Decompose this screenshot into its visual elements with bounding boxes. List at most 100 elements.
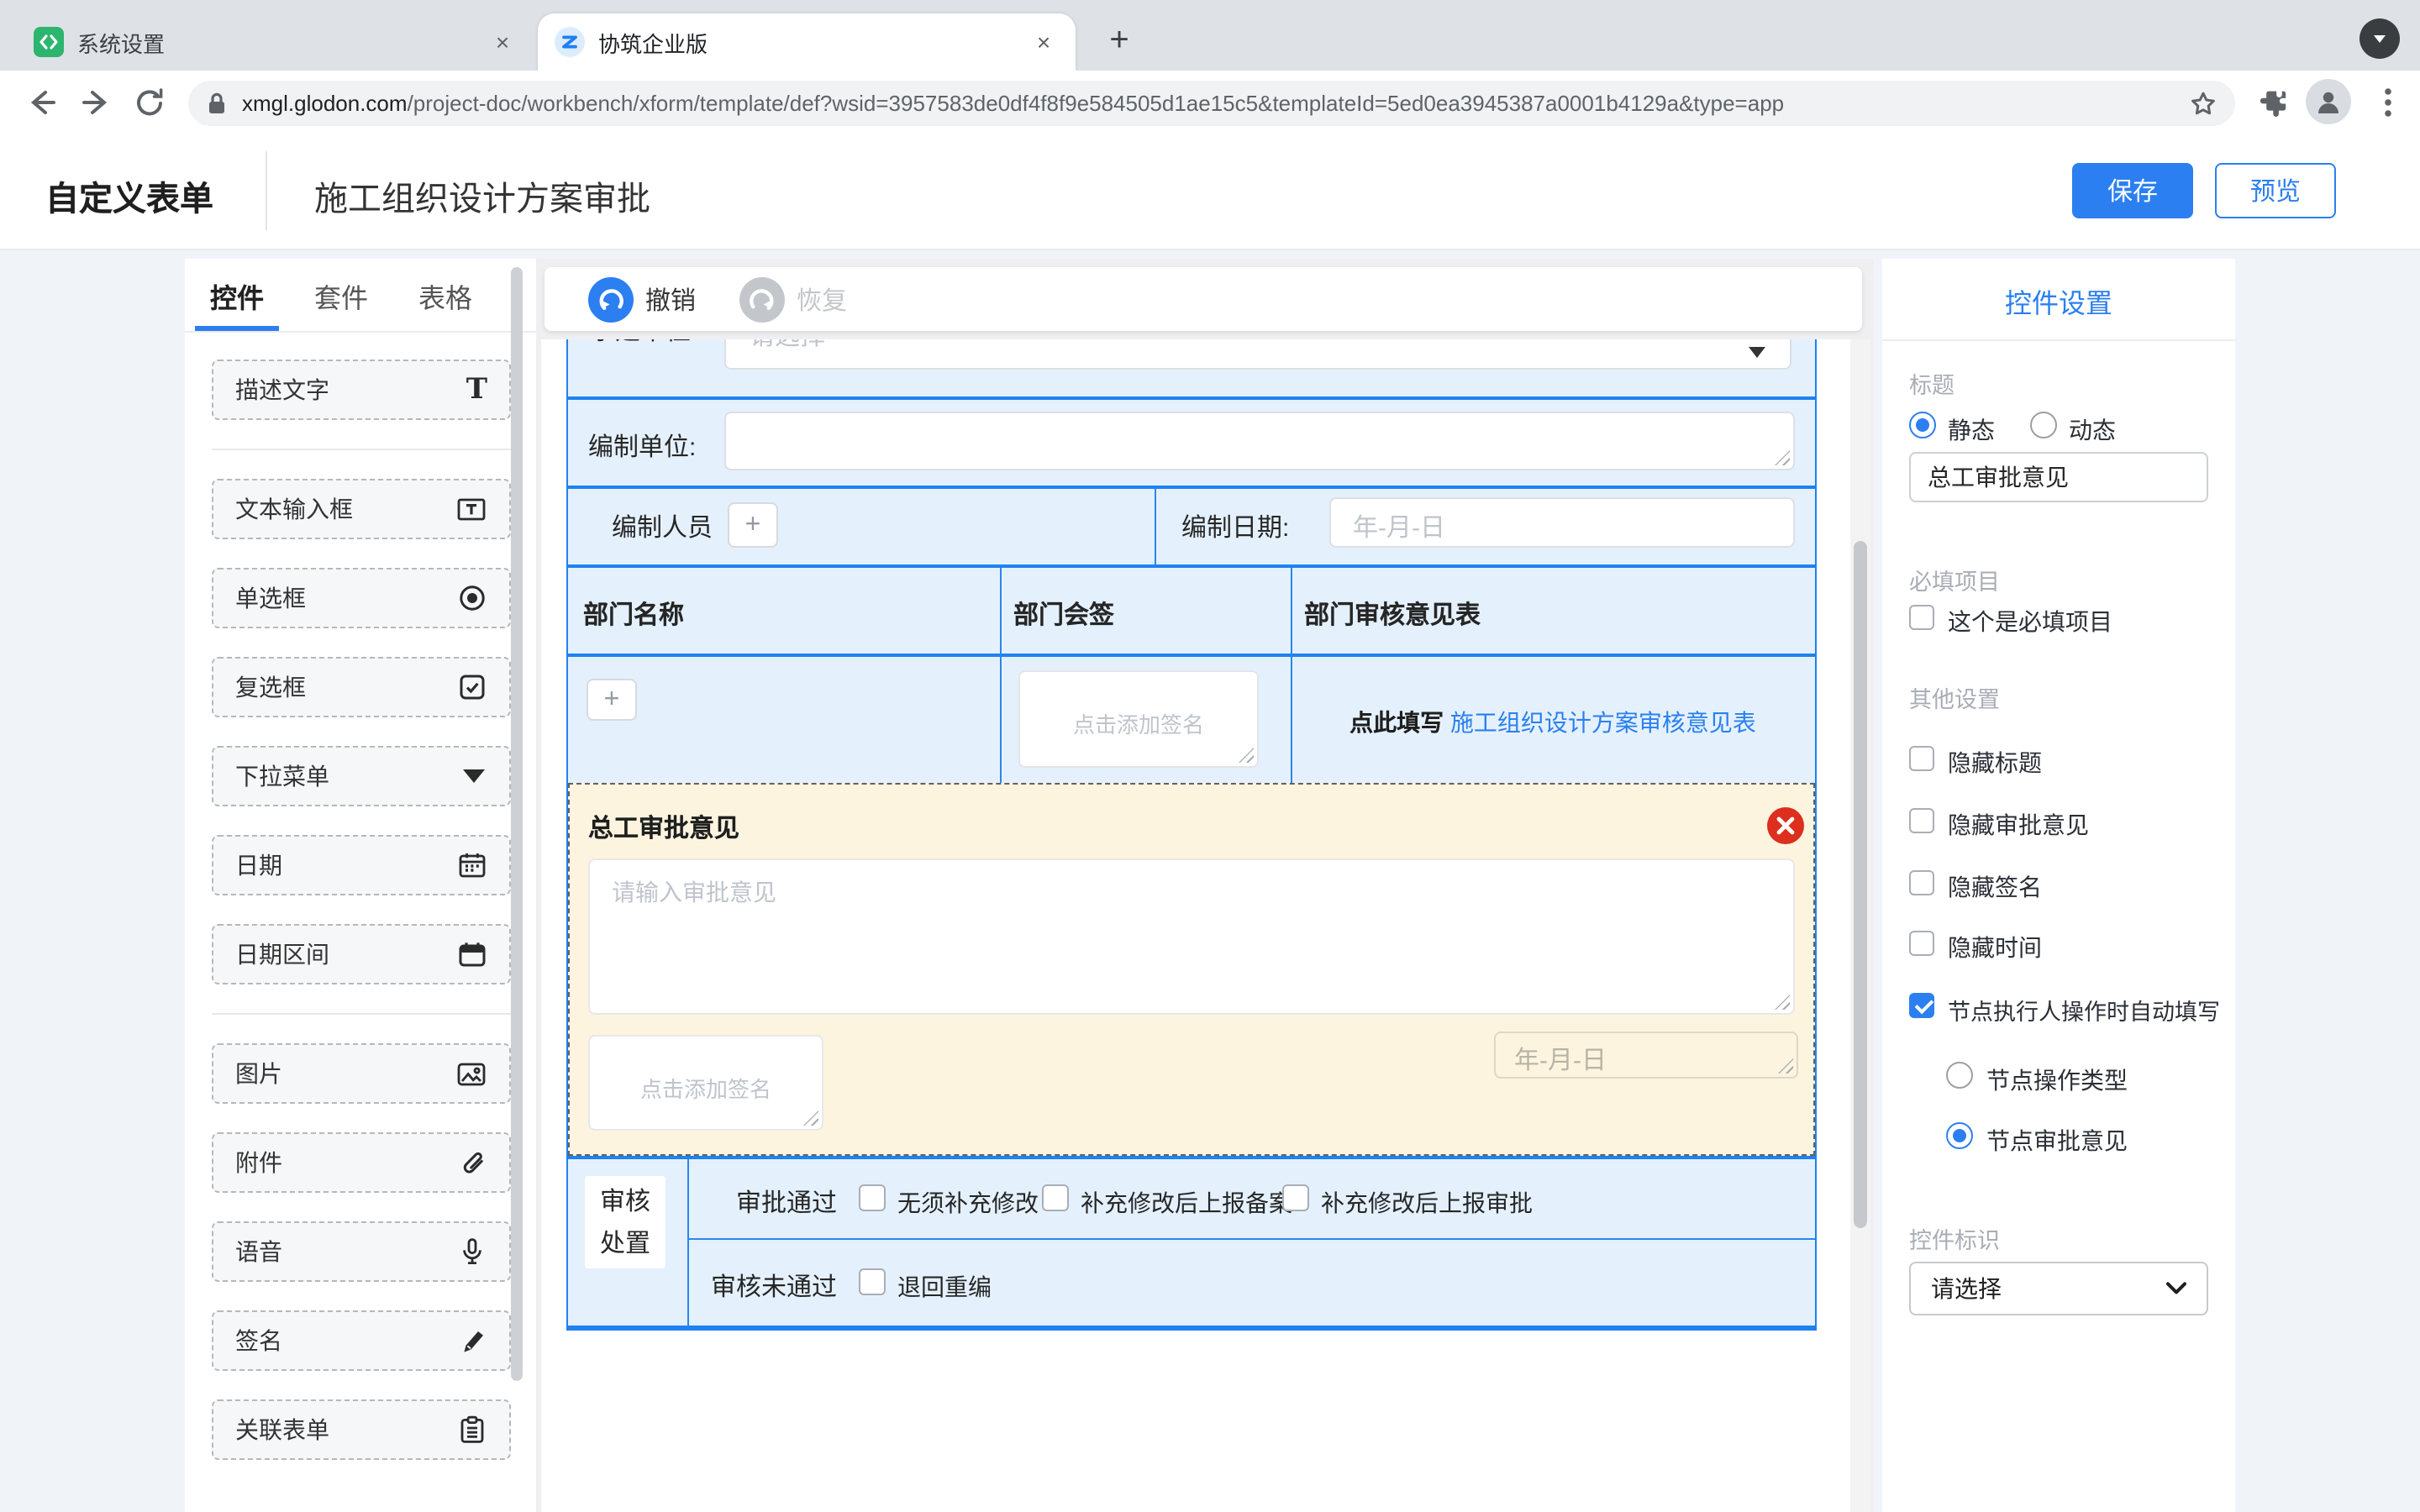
sidebar-tab-label: 套件 <box>314 275 368 315</box>
menu-kebab-icon[interactable] <box>2366 81 2410 124</box>
tab-xiezhu-enterprise[interactable]: 协筑企业版 × <box>538 13 1076 71</box>
cell-border <box>1000 568 1002 783</box>
hide-time-checkbox[interactable] <box>1909 931 1934 956</box>
tab-close-icon[interactable]: × <box>1028 27 1059 57</box>
autofill-checkbox[interactable] <box>1909 993 1934 1018</box>
control-item-date-range[interactable]: 日期区间 <box>212 924 511 984</box>
control-item-dropdown[interactable]: 下拉菜单 <box>212 746 511 806</box>
signature-placeholder: 点击添加签名 <box>590 1072 822 1104</box>
browser-window: 系统设置 × 协筑企业版 × + xmgl.glodon.com/project… <box>0 0 2420 1512</box>
contractor-select[interactable]: 请选择 <box>724 339 1791 370</box>
add-dept-button[interactable]: + <box>587 679 637 721</box>
control-item-voice[interactable]: 语音 <box>212 1221 511 1282</box>
approval-date-input[interactable]: 年-月-日 <box>1494 1032 1798 1079</box>
profile-avatar[interactable] <box>2306 79 2351 124</box>
control-item-label: 下拉菜单 <box>235 759 329 793</box>
pass-option-checkbox[interactable] <box>1042 1184 1069 1211</box>
sidebar-scrollbar-thumb[interactable] <box>511 267 523 1381</box>
approval-signature-box[interactable]: 点击添加签名 <box>588 1035 823 1131</box>
control-item-checkbox[interactable]: 复选框 <box>212 657 511 717</box>
control-item-label: 图片 <box>235 1057 282 1090</box>
other-section-label: 其他设置 <box>1909 680 2000 714</box>
side-label-line: 处置 <box>585 1223 666 1265</box>
undo-label[interactable]: 撤销 <box>645 281 696 317</box>
pass-option-label: 补充修改后上报审批 <box>1321 1186 1533 1220</box>
row-border <box>568 654 1815 657</box>
hide-opinion-checkbox[interactable] <box>1909 808 1934 833</box>
hide-opinion-label: 隐藏审批意见 <box>1948 808 2089 842</box>
fill-here-text: 点此填写 <box>1349 709 1444 736</box>
sidebar-tab-tables[interactable]: 表格 <box>393 259 497 331</box>
required-checkbox[interactable] <box>1909 605 1934 630</box>
pass-option-checkbox[interactable] <box>1282 1184 1309 1211</box>
cell-border <box>1291 568 1292 783</box>
sidebar-tab-controls[interactable]: 控件 <box>185 259 289 331</box>
control-item-attachment[interactable]: 附件 <box>212 1132 511 1193</box>
forward-icon[interactable] <box>74 81 118 124</box>
static-title-radio[interactable] <box>1909 412 1936 438</box>
contractor-label: 承建单位: <box>590 339 697 348</box>
controls-sidebar: 控件 套件 表格 描述文字 T 文本输入框 单选框 复选框 下拉菜单 <box>185 259 536 1512</box>
checkbox-icon <box>457 672 487 702</box>
undo-button[interactable] <box>588 276 634 322</box>
dept-signature-box[interactable]: 点击添加签名 <box>1018 670 1259 768</box>
node-opinion-radio[interactable] <box>1946 1122 1973 1149</box>
canvas-scrollbar-thumb[interactable] <box>1854 541 1867 1228</box>
control-item-label: 附件 <box>235 1146 282 1179</box>
tab-system-settings[interactable]: 系统设置 × <box>17 13 534 71</box>
control-item-signature[interactable]: 签名 <box>212 1310 511 1371</box>
hide-title-checkbox[interactable] <box>1909 746 1934 771</box>
control-item-linked-form[interactable]: 关联表单 <box>212 1399 511 1460</box>
hide-signature-checkbox[interactable] <box>1909 870 1934 895</box>
tab-close-icon[interactable]: × <box>487 27 518 57</box>
url-bar[interactable]: xmgl.glodon.com/project-doc/workbench/xf… <box>188 81 2235 126</box>
sidebar-tabs-divider <box>185 331 536 333</box>
form-canvas: 撤销 恢复 承建单位: <box>536 259 1874 1512</box>
selected-control-block[interactable]: 总工审批意见 请输入审批意见 点击添加签名 年-月-日 <box>568 783 1815 1156</box>
approval-comment-textarea[interactable]: 请输入审批意见 <box>588 858 1795 1015</box>
control-item-label: 文本输入框 <box>235 492 353 526</box>
node-action-type-radio[interactable] <box>1946 1062 1973 1089</box>
calendar-range-icon <box>457 939 487 969</box>
compiler-label: 编制人员 <box>612 509 713 544</box>
reload-icon[interactable] <box>128 81 171 124</box>
control-item-description-text[interactable]: 描述文字 T <box>212 360 511 420</box>
compile-date-input[interactable]: 年-月-日 <box>1329 497 1795 548</box>
fail-option-checkbox[interactable] <box>859 1268 886 1295</box>
pass-option-checkbox[interactable] <box>859 1184 886 1211</box>
identifier-select[interactable]: 请选择 <box>1909 1262 2208 1315</box>
delete-control-icon[interactable] <box>1766 806 1805 845</box>
tab-search-button[interactable] <box>2360 18 2400 59</box>
node-action-type-label: 节点操作类型 <box>1986 1063 2128 1097</box>
control-item-radio[interactable]: 单选框 <box>212 568 511 628</box>
redo-button[interactable] <box>739 276 785 322</box>
control-item-label: 复选框 <box>235 670 306 704</box>
save-button[interactable]: 保存 <box>2072 163 2193 218</box>
back-icon[interactable] <box>20 81 64 124</box>
dept-col-opinion-header: 部门审核意见表 <box>1304 596 1481 632</box>
panel-divider <box>1882 339 2235 341</box>
dropdown-triangle-icon <box>460 766 487 786</box>
control-item-image[interactable]: 图片 <box>212 1043 511 1104</box>
canvas-scrollbar-track[interactable] <box>1850 339 1870 1512</box>
dynamic-title-radio[interactable] <box>2030 412 2057 438</box>
bookmark-star-icon[interactable] <box>2188 88 2218 118</box>
control-item-list: 描述文字 T 文本输入框 单选框 复选框 下拉菜单 日期 <box>185 360 536 1488</box>
control-item-text-input[interactable]: 文本输入框 <box>212 479 511 539</box>
lock-icon <box>205 91 229 116</box>
extensions-puzzle-icon[interactable] <box>2252 81 2296 124</box>
add-compiler-button[interactable]: + <box>728 502 778 548</box>
control-item-date[interactable]: 日期 <box>212 835 511 895</box>
sidebar-tab-kits[interactable]: 套件 <box>289 259 393 331</box>
text-icon: T <box>466 373 487 407</box>
preview-button[interactable]: 预览 <box>2215 163 2336 218</box>
opinion-form-link[interactable]: 施工组织设计方案审核意见表 <box>1450 709 1756 736</box>
control-settings-panel: 控件设置 标题 静态 动态 必填项目 这个是必填项目 其他设置 隐藏标题 隐藏审… <box>1882 259 2235 1512</box>
title-value-input[interactable] <box>1909 452 2208 502</box>
microphone-icon <box>457 1236 487 1267</box>
compiler-unit-textarea[interactable] <box>724 412 1795 470</box>
fail-label: 审核未通过 <box>711 1268 837 1304</box>
url-text: xmgl.glodon.com/project-doc/workbench/xf… <box>242 91 1784 116</box>
new-tab-button[interactable]: + <box>1096 17 1143 64</box>
dept-opinion-cell: 点此填写 施工组织设计方案审核意见表 <box>1291 706 1815 739</box>
